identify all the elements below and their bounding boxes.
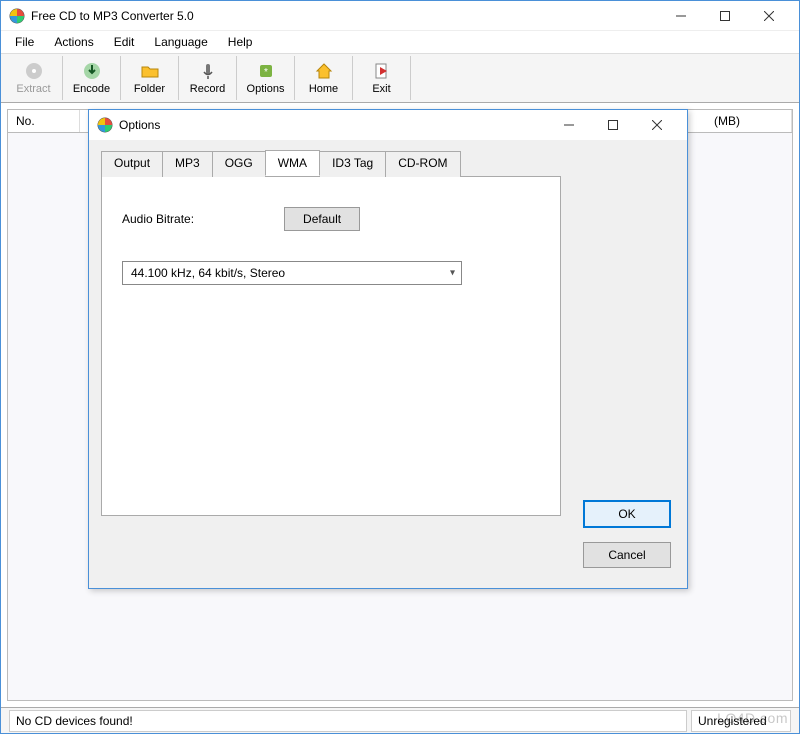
tab-panel-wma: Audio Bitrate: Default 44.100 kHz, 64 kb… xyxy=(101,176,561,516)
options-dialog: Options Output MP3 OGG WMA ID3 Tag CD-RO… xyxy=(88,109,688,589)
maximize-icon xyxy=(608,120,618,130)
ok-button[interactable]: OK xyxy=(583,500,671,528)
toolbar-folder-label: Folder xyxy=(134,83,165,95)
bitrate-dropdown[interactable]: 44.100 kHz, 64 kbit/s, Stereo ▾ xyxy=(122,261,462,285)
dialog-window-controls xyxy=(547,111,679,139)
menu-edit[interactable]: Edit xyxy=(104,33,145,51)
encode-icon xyxy=(82,61,102,81)
dialog-close-button[interactable] xyxy=(635,111,679,139)
toolbar-options[interactable]: * Options xyxy=(237,56,295,100)
minimize-icon xyxy=(676,11,686,21)
toolbar-extract-label: Extract xyxy=(16,83,50,95)
status-message: No CD devices found! xyxy=(9,710,687,732)
toolbar-options-label: Options xyxy=(247,83,285,95)
menu-file[interactable]: File xyxy=(5,33,44,51)
tab-ogg[interactable]: OGG xyxy=(212,151,266,177)
toolbar-record[interactable]: Record xyxy=(179,56,237,100)
dialog-body: Output MP3 OGG WMA ID3 Tag CD-ROM Audio … xyxy=(89,140,687,588)
tab-cdrom[interactable]: CD-ROM xyxy=(385,151,460,177)
toolbar-record-label: Record xyxy=(190,83,225,95)
exit-icon xyxy=(372,61,392,81)
bitrate-dropdown-value: 44.100 kHz, 64 kbit/s, Stereo xyxy=(131,266,285,280)
dialog-icon xyxy=(97,117,113,133)
chevron-down-icon: ▾ xyxy=(450,268,455,279)
record-icon xyxy=(198,61,218,81)
menu-actions[interactable]: Actions xyxy=(44,33,103,51)
bitrate-label: Audio Bitrate: xyxy=(122,212,194,226)
column-no[interactable]: No. xyxy=(8,110,80,132)
options-icon: * xyxy=(256,61,276,81)
main-title: Free CD to MP3 Converter 5.0 xyxy=(31,9,659,23)
toolbar-exit-label: Exit xyxy=(372,83,390,95)
menu-language[interactable]: Language xyxy=(144,33,217,51)
main-titlebar: Free CD to MP3 Converter 5.0 xyxy=(1,1,799,31)
dialog-buttons: OK Cancel xyxy=(583,500,671,568)
cancel-button[interactable]: Cancel xyxy=(583,542,671,568)
maximize-button[interactable] xyxy=(703,2,747,30)
maximize-icon xyxy=(720,11,730,21)
status-registration: Unregistered xyxy=(691,710,791,732)
statusbar: No CD devices found! Unregistered xyxy=(1,707,799,733)
menu-help[interactable]: Help xyxy=(218,33,263,51)
minimize-icon xyxy=(564,120,574,130)
toolbar-extract: Extract xyxy=(5,56,63,100)
folder-icon xyxy=(140,61,160,81)
tab-output[interactable]: Output xyxy=(101,151,163,177)
close-icon xyxy=(652,120,662,130)
default-button[interactable]: Default xyxy=(284,207,360,231)
home-icon xyxy=(314,61,334,81)
toolbar-exit[interactable]: Exit xyxy=(353,56,411,100)
close-button[interactable] xyxy=(747,2,791,30)
toolbar-folder[interactable]: Folder xyxy=(121,56,179,100)
menubar: File Actions Edit Language Help xyxy=(1,31,799,53)
toolbar-encode-label: Encode xyxy=(73,83,110,95)
window-controls xyxy=(659,2,791,30)
close-icon xyxy=(764,11,774,21)
dialog-titlebar: Options xyxy=(89,110,687,140)
extract-icon xyxy=(24,61,44,81)
column-mb[interactable]: (MB) xyxy=(706,110,792,132)
tab-mp3[interactable]: MP3 xyxy=(162,151,213,177)
tabs: Output MP3 OGG WMA ID3 Tag CD-ROM xyxy=(101,150,675,176)
dialog-maximize-button[interactable] xyxy=(591,111,635,139)
toolbar-encode[interactable]: Encode xyxy=(63,56,121,100)
toolbar-home[interactable]: Home xyxy=(295,56,353,100)
dialog-title: Options xyxy=(119,118,547,132)
tab-wma[interactable]: WMA xyxy=(265,150,320,176)
svg-text:*: * xyxy=(264,67,268,78)
app-icon xyxy=(9,8,25,24)
minimize-button[interactable] xyxy=(659,2,703,30)
toolbar: Extract Encode Folder Record * Options H… xyxy=(1,53,799,103)
toolbar-home-label: Home xyxy=(309,83,338,95)
dialog-minimize-button[interactable] xyxy=(547,111,591,139)
tab-id3tag[interactable]: ID3 Tag xyxy=(319,151,386,177)
